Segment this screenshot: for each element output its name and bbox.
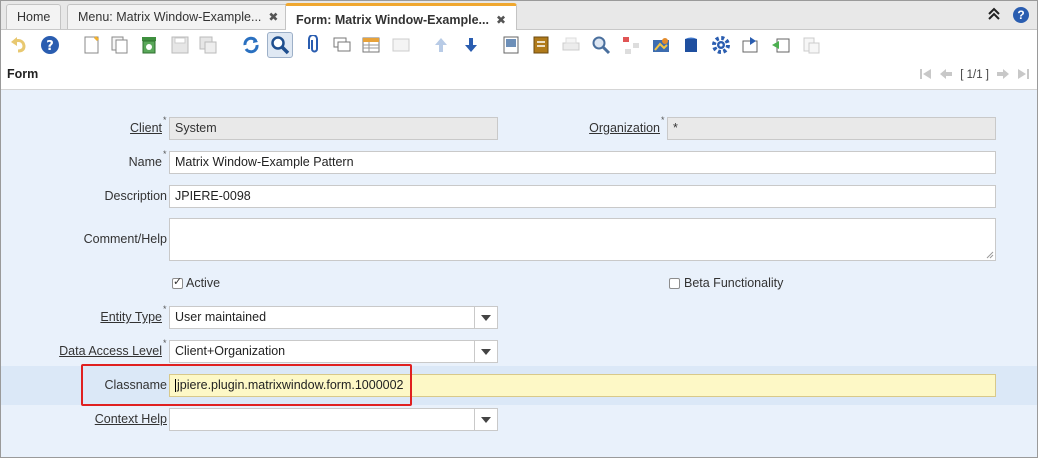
close-icon[interactable]: ✖ — [496, 13, 506, 27]
chevron-down-icon[interactable] — [474, 307, 497, 328]
toolbar: ? — [1, 30, 1037, 62]
data-access-level-label[interactable]: Data Access Level — [59, 344, 162, 358]
entity-type-select[interactable]: User maintained — [169, 306, 498, 329]
product-info-icon[interactable] — [651, 35, 671, 55]
description-label: Description — [104, 189, 167, 203]
report-icon[interactable] — [501, 35, 521, 55]
next-record-icon[interactable] — [997, 68, 1009, 82]
tab-home[interactable]: Home — [6, 4, 62, 29]
help-icon[interactable]: ? — [40, 35, 60, 55]
tab-form-label: Form: Matrix Window-Example... — [296, 13, 489, 27]
required-marker: * — [163, 338, 167, 348]
record-navigation: [ 1/1 ] — [920, 68, 1029, 82]
client-label[interactable]: Client — [130, 121, 162, 135]
required-marker: * — [163, 149, 167, 159]
help-icon[interactable]: ? — [1013, 7, 1029, 23]
active-workflows-icon[interactable] — [681, 35, 701, 55]
delete-icon[interactable] — [139, 35, 159, 55]
window-title-bar: Form [ 1/1 ] — [1, 63, 1037, 90]
chevron-down-icon[interactable] — [474, 341, 497, 362]
chat-icon[interactable] — [332, 35, 352, 55]
workflow-icon[interactable] — [621, 35, 641, 55]
resize-handle-icon[interactable] — [986, 251, 994, 259]
beta-functionality-checkbox[interactable] — [669, 278, 680, 289]
context-help-label[interactable]: Context Help — [95, 412, 167, 426]
previous-record-icon[interactable] — [940, 68, 953, 82]
collapse-up-icon[interactable] — [987, 7, 1001, 23]
required-marker: * — [163, 115, 167, 125]
copy-record-icon[interactable] — [110, 35, 130, 55]
arrow-up-icon[interactable] — [431, 35, 451, 55]
organization-field[interactable]: * — [667, 117, 996, 140]
tab-menu-label: Menu: Matrix Window-Example... — [78, 10, 262, 24]
new-record-icon[interactable] — [82, 35, 102, 55]
app-window: Home Menu: Matrix Window-Example... ✖ For… — [0, 0, 1038, 458]
last-record-icon[interactable] — [1017, 68, 1029, 82]
arrow-down-icon[interactable] — [461, 35, 481, 55]
record-counter: [ 1/1 ] — [960, 69, 989, 81]
zoom-across-icon[interactable] — [591, 35, 611, 55]
close-icon[interactable]: ✖ — [268, 10, 278, 24]
name-label: Name — [128, 155, 162, 169]
gear-icon[interactable] — [711, 35, 731, 55]
active-label: Active — [186, 276, 221, 290]
form-panel: Client * System Organization * * Name * … — [1, 90, 1037, 457]
chevron-down-icon[interactable] — [474, 409, 497, 430]
svg-text:?: ? — [46, 39, 54, 54]
entity-type-value: User maintained — [175, 310, 267, 324]
required-marker: * — [163, 304, 167, 314]
print-icon[interactable] — [561, 35, 581, 55]
organization-label[interactable]: Organization — [589, 121, 660, 135]
data-access-level-select[interactable]: Client+Organization — [169, 340, 498, 363]
archive-icon[interactable] — [531, 35, 551, 55]
tab-menu[interactable]: Menu: Matrix Window-Example... ✖ — [67, 4, 290, 29]
import-icon[interactable] — [771, 35, 791, 55]
find-icon[interactable] — [267, 32, 293, 58]
comment-help-label: Comment/Help — [83, 232, 167, 246]
attachment-icon[interactable] — [304, 35, 324, 55]
save-icon[interactable] — [170, 35, 190, 55]
export-icon[interactable] — [741, 35, 761, 55]
undo-icon[interactable] — [9, 35, 29, 55]
comment-help-textarea[interactable] — [169, 218, 996, 261]
tab-bar: Home Menu: Matrix Window-Example... ✖ For… — [1, 1, 1037, 30]
grid-toggle-icon[interactable] — [361, 35, 381, 55]
save-new-icon[interactable] — [198, 35, 218, 55]
required-marker: * — [661, 115, 665, 125]
annotation-highlight-box — [81, 364, 412, 406]
parent-record-icon[interactable] — [391, 35, 411, 55]
active-checkbox[interactable] — [172, 275, 183, 289]
client-field[interactable]: System — [169, 117, 498, 140]
description-field[interactable]: JPIERE-0098 — [169, 185, 996, 208]
data-access-level-value: Client+Organization — [175, 344, 286, 358]
refresh-icon[interactable] — [241, 35, 261, 55]
beta-functionality-label: Beta Functionality — [684, 276, 784, 290]
entity-type-label[interactable]: Entity Type — [100, 310, 162, 324]
first-record-icon[interactable] — [920, 68, 932, 82]
name-field[interactable]: Matrix Window-Example Pattern — [169, 151, 996, 174]
tab-form[interactable]: Form: Matrix Window-Example... ✖ — [285, 3, 518, 30]
quick-form-icon[interactable] — [801, 35, 821, 55]
tab-home-label: Home — [17, 10, 51, 24]
page-title: Form — [7, 67, 39, 81]
context-help-select[interactable] — [169, 408, 498, 431]
